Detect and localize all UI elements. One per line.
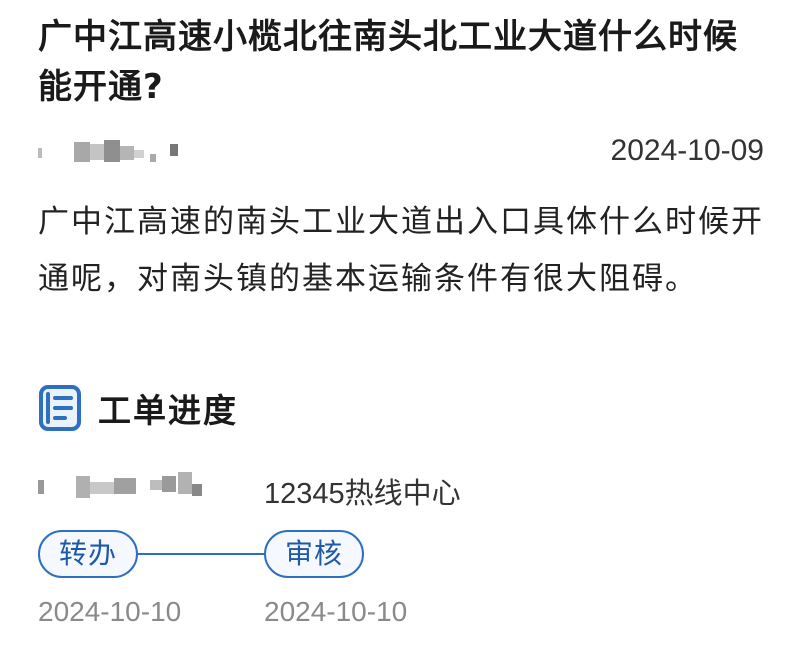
author-name-redacted xyxy=(38,140,188,164)
step-transfer-date: 2024-10-10 xyxy=(38,596,182,627)
handler-name-redacted xyxy=(38,472,218,502)
step-review-badge: 审核 xyxy=(264,530,364,578)
question-title: 广中江高速小榄北往南头北工业大道什么时候能开通? xyxy=(38,17,738,107)
progress-title: 工单进度 xyxy=(98,391,238,430)
department-name: 12345热线中心 xyxy=(264,478,461,510)
question-body: 广中江高速的南头工业大道出入口具体什么时候开通呢，对南头镇的基本运输条件有很大阻… xyxy=(38,204,764,297)
question-meta: 2024-10-09 xyxy=(38,132,764,172)
handler-row: 12345热线中心 xyxy=(38,462,758,512)
question-date: 2024-10-09 xyxy=(610,134,764,167)
timeline-connector xyxy=(134,553,266,555)
step-review-date: 2024-10-10 xyxy=(264,596,408,627)
document-icon xyxy=(39,385,81,431)
progress-header: 工单进度 xyxy=(38,380,238,436)
progress-timeline: 转办 审核 2024-10-10 2024-10-10 xyxy=(38,528,738,638)
work-order-page: 广中江高速小榄北往南头北工业大道什么时候能开通? 2024-10-09 广中江高… xyxy=(0,0,800,671)
step-transfer-badge: 转办 xyxy=(38,530,138,578)
